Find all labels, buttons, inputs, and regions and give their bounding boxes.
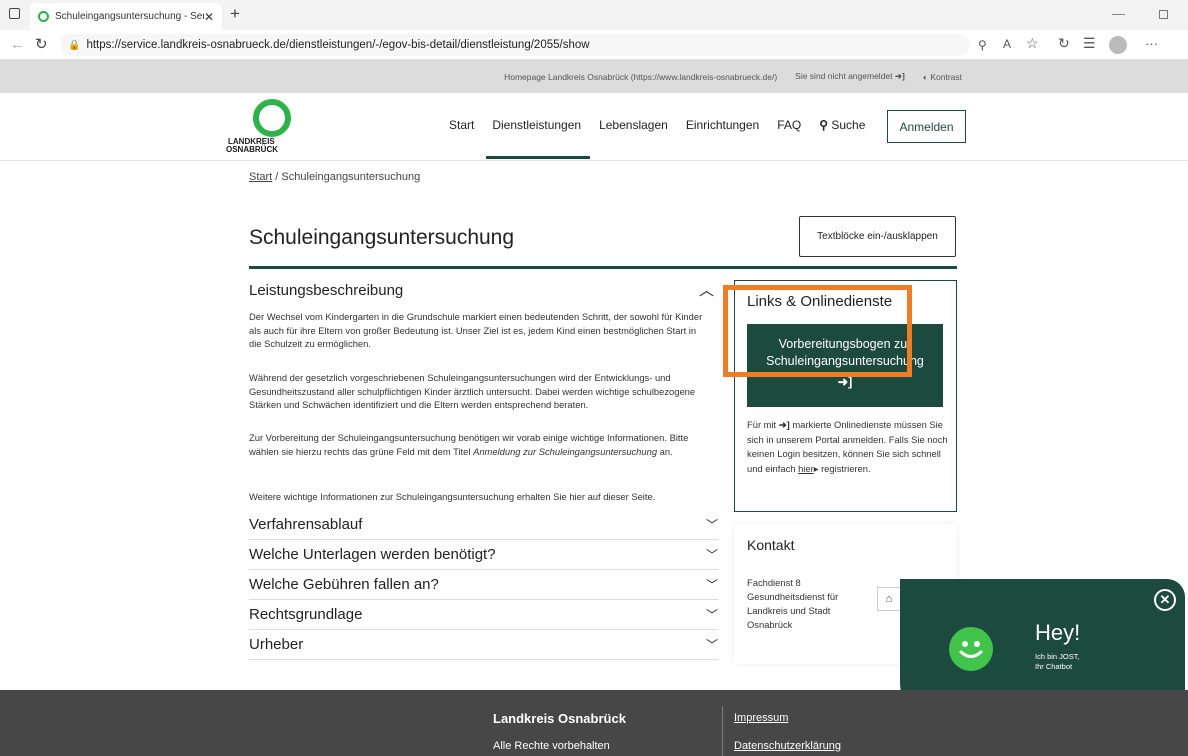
footer-divider: [722, 706, 723, 756]
extensions-icon[interactable]: ↻: [1058, 35, 1070, 52]
login-note: Für mit ➜] markierte Onlinedienste müsse…: [747, 419, 948, 474]
login-required-icon: ➜]: [778, 419, 790, 430]
logo-icon[interactable]: [253, 99, 291, 137]
profile-avatar[interactable]: [1109, 36, 1127, 54]
register-link[interactable]: hier: [798, 463, 814, 474]
favorite-icon[interactable]: ☆: [1026, 35, 1039, 52]
description-paragraph-3: Zur Vorbereitung der Schuleingangsunters…: [249, 432, 689, 457]
accordion-rechtsgrundlage[interactable]: Rechtsgrundlage ﹀: [249, 600, 718, 630]
close-tab-icon[interactable]: ✕: [204, 10, 214, 24]
zoom-icon[interactable]: ⚲: [978, 38, 987, 52]
impressum-link[interactable]: Impressum: [734, 712, 788, 724]
refresh-icon[interactable]: ↻: [35, 35, 48, 53]
more-icon[interactable]: ···: [1145, 36, 1158, 51]
page-title: Schuleingangsuntersuchung: [249, 226, 515, 249]
link-arrow-icon: ▸: [813, 462, 819, 474]
main-nav: Start Dienstleistungen Lebenslagen Einri…: [440, 112, 874, 138]
login-arrow-icon: ➜]: [894, 71, 905, 81]
chevron-down-icon: ﹀: [705, 518, 718, 532]
nav-dienstleistungen[interactable]: Dienstleistungen: [483, 112, 590, 138]
breadcrumb-current: Schuleingangsuntersuchung: [281, 171, 421, 183]
accordion-verfahrensablauf[interactable]: Verfahrensablauf ﹀: [249, 510, 718, 540]
accordion-gebuehren[interactable]: Welche Gebühren fallen an? ﹀: [249, 570, 718, 600]
nav-start[interactable]: Start: [440, 112, 483, 138]
nav-einrichtungen[interactable]: Einrichtungen: [677, 112, 768, 138]
active-nav-indicator: [486, 156, 590, 159]
read-aloud-icon[interactable]: A: [1003, 37, 1011, 51]
minimize-icon[interactable]: —: [1112, 6, 1125, 21]
close-icon[interactable]: ✕: [1154, 589, 1176, 611]
site-favicon-icon: [38, 11, 49, 22]
chatbot-subtitle: Ich bin JOST, Ihr Chatbot: [1035, 652, 1080, 671]
back-icon[interactable]: ←: [10, 36, 25, 53]
contrast-icon: ◐: [922, 71, 928, 82]
accordion-urheber[interactable]: Urheber ﹀: [249, 630, 718, 660]
breadcrumb-start[interactable]: Start: [249, 171, 272, 183]
chevron-up-icon[interactable]: ︿: [699, 279, 714, 300]
address-bar[interactable]: 🔒 https://service.landkreis-osnabrueck.d…: [60, 34, 970, 56]
chevron-down-icon: ﹀: [705, 638, 718, 652]
new-tab-icon[interactable]: +: [230, 4, 240, 24]
kontakt-title: Kontakt: [747, 537, 795, 553]
description-paragraph-1: Der Wechsel vom Kindergarten in die Grun…: [249, 311, 703, 349]
home-icon[interactable]: ⌂: [877, 587, 901, 611]
login-status: Sie sind nicht angemeldet ➜]: [795, 71, 905, 81]
url-text: https://service.landkreis-osnabrueck.de/…: [86, 39, 590, 51]
nav-lebenslagen[interactable]: Lebenslagen: [590, 112, 677, 138]
description-paragraph-4: Weitere wichtige Informationen zur Schul…: [249, 491, 656, 502]
accordion-leistungsbeschreibung-title[interactable]: Leistungsbeschreibung: [249, 282, 403, 299]
smiley-icon: [959, 641, 983, 658]
description-paragraph-2: Während der gesetzlich vorgeschriebenen …: [249, 372, 696, 410]
tab-title: Schuleingangsuntersuchung - Ser: [55, 11, 204, 22]
breadcrumb-separator: /: [275, 171, 279, 183]
chevron-down-icon: ﹀: [705, 548, 718, 562]
browser-tab[interactable]: Schuleingangsuntersuchung - Ser ✕: [30, 3, 222, 30]
tab-actions-icon[interactable]: [9, 8, 20, 19]
lock-icon: 🔒: [68, 39, 81, 51]
maximize-icon[interactable]: [1159, 10, 1168, 19]
nav-search[interactable]: ⚲ Suche: [810, 112, 874, 138]
datenschutz-link[interactable]: Datenschutzerklärung: [734, 740, 841, 752]
chevron-down-icon: ﹀: [705, 608, 718, 622]
search-icon: ⚲: [819, 118, 829, 132]
toggle-textblocks-button[interactable]: Textblöcke ein-/ausklappen: [799, 216, 956, 257]
title-rule: [249, 266, 957, 269]
header-divider: [0, 160, 1188, 161]
homepage-link[interactable]: Homepage Landkreis Osnabrück (https://ww…: [504, 72, 777, 82]
contrast-toggle[interactable]: ◐ Kontrast: [923, 72, 962, 82]
site-top-strip: Homepage Landkreis Osnabrück (https://ww…: [0, 60, 1188, 93]
chatbot-greeting: Hey!: [1035, 620, 1081, 645]
nav-faq[interactable]: FAQ: [768, 112, 810, 138]
chatbot-avatar: [949, 627, 993, 671]
accordion-unterlagen[interactable]: Welche Unterlagen werden benötigt? ﹀: [249, 540, 718, 570]
collections-icon[interactable]: ☰: [1083, 35, 1096, 52]
kontakt-text: Fachdienst 8 Gesundheitsdienst für Landk…: [747, 577, 839, 630]
login-button[interactable]: Anmelden: [887, 110, 966, 143]
annotation-highlight-box: [723, 285, 912, 377]
anmeldung-reference: Anmeldung zur Schuleingangsuntersuchung: [473, 445, 658, 457]
footer-rights: Alle Rechte vorbehalten: [493, 740, 610, 752]
breadcrumb: Start / Schuleingangsuntersuchung: [249, 171, 420, 183]
footer-title: Landkreis Osnabrück: [493, 711, 626, 726]
logo-text[interactable]: LANDKREIS OSNABRÜCK: [226, 138, 278, 154]
chevron-down-icon: ﹀: [705, 578, 718, 592]
